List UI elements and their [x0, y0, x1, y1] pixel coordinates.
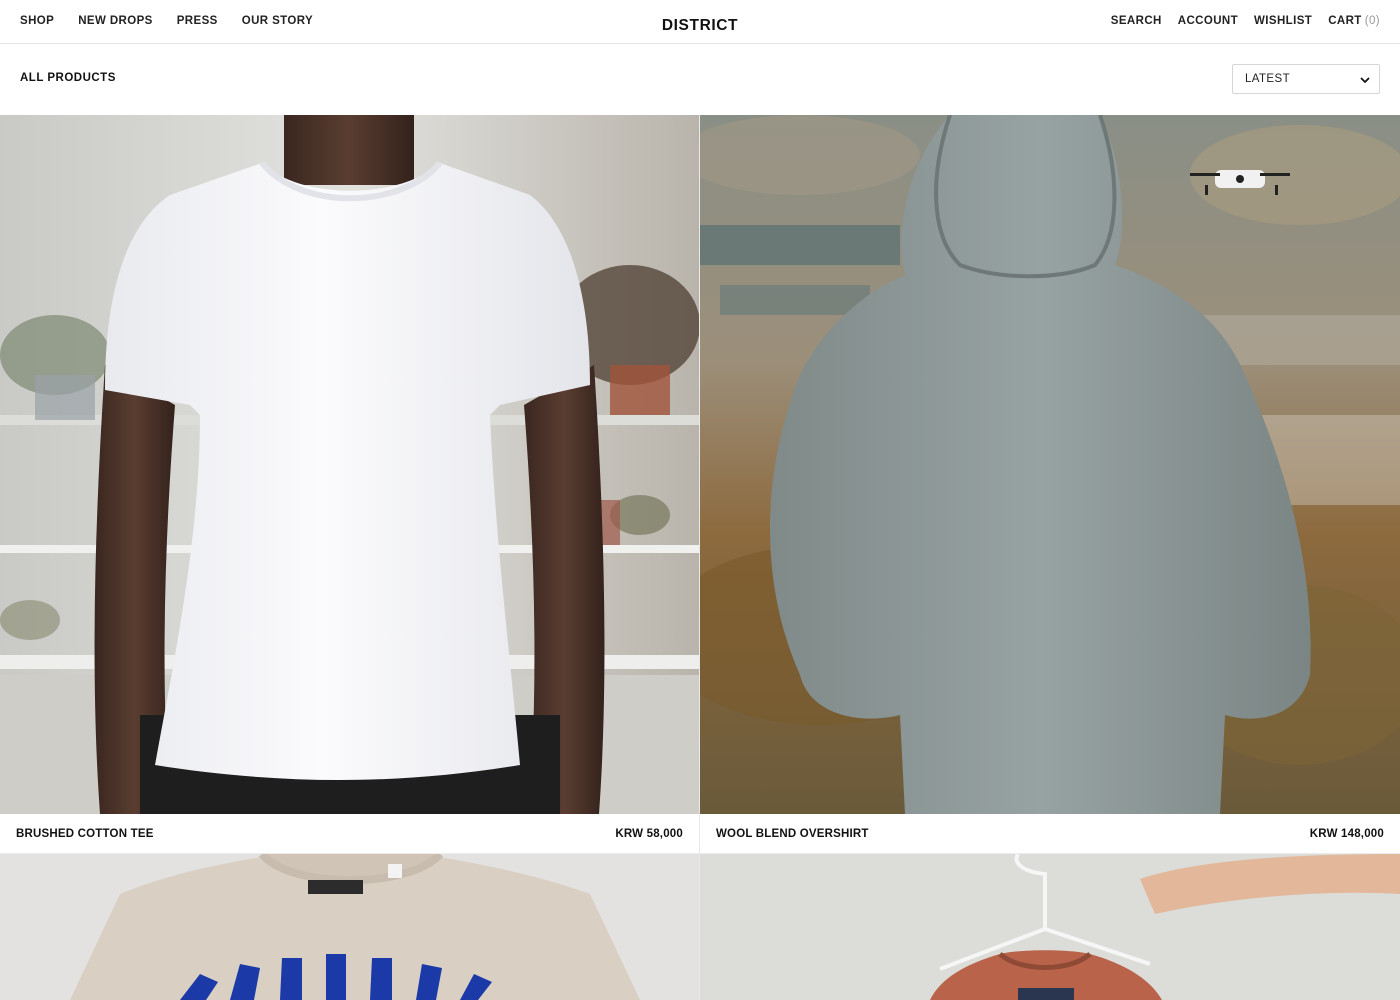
chevron-down-icon — [1360, 77, 1370, 83]
utility-nav: SEARCH ACCOUNT WISHLIST CART (0) — [1111, 15, 1380, 27]
collection-title: ALL PRODUCTS — [20, 72, 116, 84]
product-info: WOOL BLEND OVERSHIRT KRW 148,000 — [700, 814, 1400, 854]
product-card[interactable] — [0, 854, 699, 1000]
product-price: KRW 58,000 — [615, 828, 683, 840]
product-image[interactable] — [700, 854, 1400, 1000]
cart-label: CART — [1328, 15, 1362, 27]
product-image[interactable] — [700, 115, 1400, 814]
sort-dropdown[interactable]: LATEST — [1232, 64, 1380, 94]
wishlist-link[interactable]: WISHLIST — [1254, 15, 1312, 27]
beige-graphic-tee-photo — [0, 854, 699, 1000]
sort-selected-value: LATEST — [1245, 73, 1291, 85]
rust-shirt-on-hanger-photo — [700, 854, 1400, 1000]
site-header: SHOP NEW DROPS PRESS OUR STORY DISTRICT … — [0, 0, 1400, 44]
product-card[interactable]: BRUSHED COTTON TEE KRW 58,000 — [0, 115, 699, 854]
account-link[interactable]: ACCOUNT — [1178, 15, 1238, 27]
cart-count: (0) — [1364, 15, 1380, 27]
collection-toolbar: ALL PRODUCTS LATEST — [0, 44, 1400, 115]
product-name[interactable]: BRUSHED COTTON TEE — [16, 828, 154, 840]
product-card[interactable]: WOOL BLEND OVERSHIRT KRW 148,000 — [700, 115, 1400, 854]
product-card[interactable] — [700, 854, 1400, 1000]
product-image[interactable] — [0, 115, 699, 814]
white-tshirt-photo — [0, 115, 699, 814]
cart-link[interactable]: CART (0) — [1328, 15, 1380, 27]
search-link[interactable]: SEARCH — [1111, 15, 1162, 27]
product-image[interactable] — [0, 854, 699, 1000]
product-price: KRW 148,000 — [1309, 828, 1384, 840]
grey-hoodie-photo — [700, 115, 1400, 814]
product-name[interactable]: WOOL BLEND OVERSHIRT — [716, 828, 869, 840]
product-info: BRUSHED COTTON TEE KRW 58,000 — [0, 814, 699, 854]
